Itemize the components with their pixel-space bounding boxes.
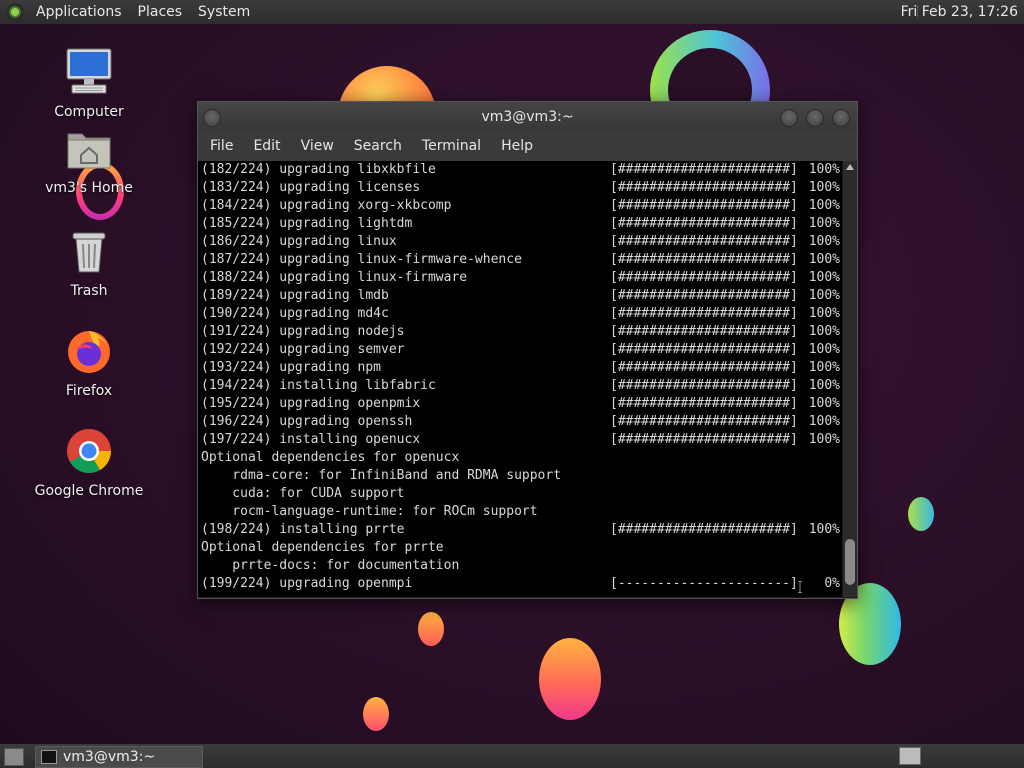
desktop-icon-label: Google Chrome xyxy=(34,483,144,499)
terminal-line: (190/224) upgrading md4c [###############… xyxy=(201,306,840,321)
wallpaper-small-orange-blob xyxy=(418,612,444,646)
terminal-line: rocm-language-runtime: for ROCm support xyxy=(201,504,538,519)
terminal-line: (195/224) upgrading openpmix [###########… xyxy=(201,396,840,411)
terminal-line: (187/224) upgrading linux-firmware-whenc… xyxy=(201,252,840,267)
terminal-line: (198/224) installing prrte [#############… xyxy=(201,522,840,537)
terminal-line: (199/224) upgrading openmpi [------------… xyxy=(201,576,840,591)
menu-view[interactable]: View xyxy=(291,132,344,161)
bottom-panel: vm3@vm3:~ xyxy=(0,744,1024,768)
terminal-line: (186/224) upgrading linux [##############… xyxy=(201,234,840,249)
desktop-icon-label: vm3's Home xyxy=(45,180,133,196)
scroll-up-arrow-icon[interactable] xyxy=(846,164,854,170)
menu-edit[interactable]: Edit xyxy=(243,132,290,161)
desktop-icon-chrome[interactable]: Google Chrome xyxy=(34,427,144,499)
terminal-scrollbar[interactable] xyxy=(843,161,857,597)
taskbar-terminal-button[interactable]: vm3@vm3:~ xyxy=(35,746,203,768)
desktop-icon-firefox[interactable]: Firefox xyxy=(34,327,144,399)
desktop-icon-home[interactable]: vm3's Home xyxy=(34,128,144,196)
terminal-line: cuda: for CUDA support xyxy=(201,486,405,501)
terminal-output[interactable]: (182/224) upgrading libxkbfile [#########… xyxy=(198,161,842,597)
terminal-line: (196/224) upgrading openssh [############… xyxy=(201,414,840,429)
terminal-window: vm3@vm3:~ File Edit View Search Terminal… xyxy=(197,101,858,599)
terminal-line: (182/224) upgrading libxkbfile [#########… xyxy=(201,162,840,177)
distro-logo-icon[interactable] xyxy=(6,3,24,21)
desktop-icon-label: Computer xyxy=(54,104,124,120)
terminal-line: prrte-docs: for documentation xyxy=(201,558,460,573)
terminal-line: Optional dependencies for prrte xyxy=(201,540,444,555)
menu-help[interactable]: Help xyxy=(491,132,543,161)
wallpaper-mid-orange-blob xyxy=(539,638,601,720)
scrollbar-thumb[interactable] xyxy=(845,539,855,585)
menu-search[interactable]: Search xyxy=(344,132,412,161)
terminal-line: (193/224) upgrading npm [################… xyxy=(201,360,840,375)
terminal-line: (185/224) upgrading lightdm [############… xyxy=(201,216,840,231)
terminal-line: (194/224) installing libfabric [#########… xyxy=(201,378,840,393)
computer-icon xyxy=(66,48,112,94)
menu-places[interactable]: Places xyxy=(130,0,191,24)
terminal-icon xyxy=(41,750,57,764)
desktop: Applications Places System Fri Feb 23, 1… xyxy=(0,0,1024,768)
wallpaper-small-green-blob xyxy=(908,497,934,531)
window-menu-button[interactable] xyxy=(203,109,221,127)
workspace-switcher[interactable] xyxy=(899,747,921,765)
terminal-line: Optional dependencies for openucx xyxy=(201,450,460,465)
show-desktop-icon[interactable] xyxy=(4,748,24,766)
terminal-line: rdma-core: for InfiniBand and RDMA suppo… xyxy=(201,468,562,483)
minimize-button[interactable] xyxy=(780,109,798,127)
terminal-line: (191/224) upgrading nodejs [#############… xyxy=(201,324,840,339)
terminal-line: (189/224) upgrading lmdb [###############… xyxy=(201,288,840,303)
firefox-icon xyxy=(68,331,110,373)
wallpaper-small-orange-blob xyxy=(363,697,389,731)
desktop-icon-label: Firefox xyxy=(65,383,113,399)
menu-file[interactable]: File xyxy=(200,132,243,161)
trash-icon xyxy=(72,232,106,273)
taskbar-button-label: vm3@vm3:~ xyxy=(63,749,156,765)
terminal-line: (184/224) upgrading xorg-xkbcomp [#######… xyxy=(201,198,840,213)
close-button[interactable] xyxy=(832,109,850,127)
terminal-line: (197/224) installing openucx [###########… xyxy=(201,432,840,447)
desktop-icon-computer[interactable]: Computer xyxy=(34,46,144,120)
terminal-line: (192/224) upgrading semver [#############… xyxy=(201,342,840,357)
chrome-icon xyxy=(67,429,111,473)
maximize-button[interactable] xyxy=(806,109,824,127)
menu-terminal[interactable]: Terminal xyxy=(412,132,491,161)
window-title: vm3@vm3:~ xyxy=(481,109,574,125)
window-menubar: File Edit View Search Terminal Help xyxy=(198,132,857,161)
desktop-icon-trash[interactable]: Trash xyxy=(34,229,144,299)
text-cursor-icon xyxy=(798,581,802,593)
clock[interactable]: Fri Feb 23, 17:26 xyxy=(901,0,1018,24)
desktop-icon-label: Trash xyxy=(70,283,108,299)
menu-system[interactable]: System xyxy=(190,0,258,24)
menu-applications[interactable]: Applications xyxy=(28,0,130,24)
top-panel: Applications Places System Fri Feb 23, 1… xyxy=(0,0,1024,24)
window-titlebar[interactable]: vm3@vm3:~ xyxy=(198,102,857,132)
home-folder-icon xyxy=(67,133,111,169)
terminal-line: (188/224) upgrading linux-firmware [#####… xyxy=(201,270,840,285)
terminal-line: (183/224) upgrading licenses [###########… xyxy=(201,180,840,195)
